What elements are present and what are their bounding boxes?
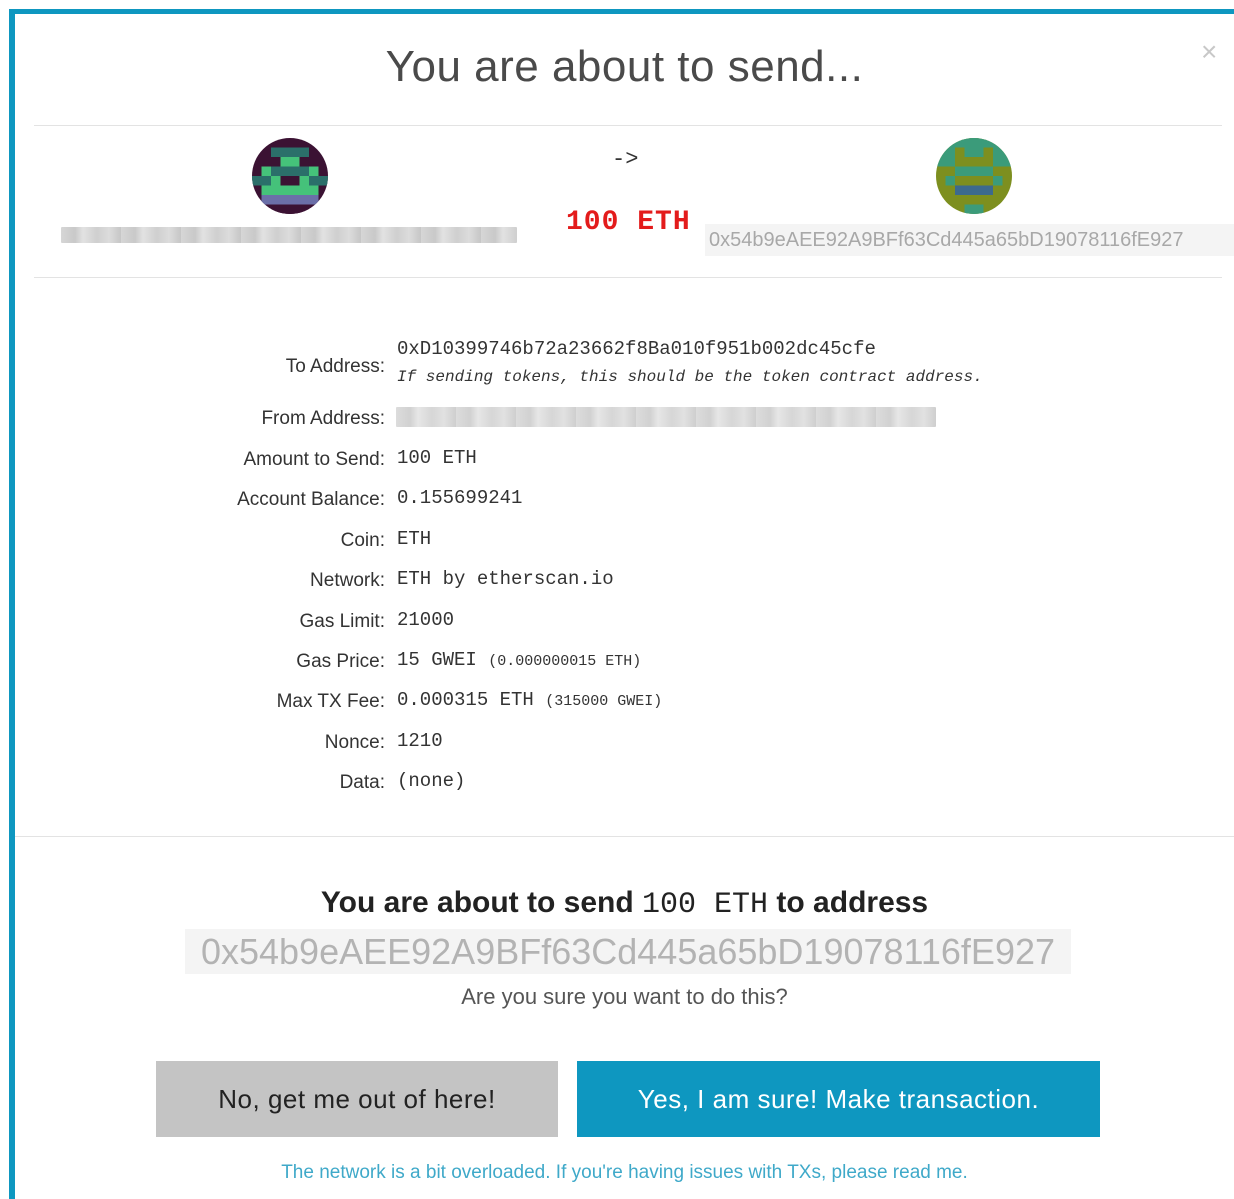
to-address-value: 0xD10399746b72a23662f8Ba010f951b002dc45c… [397, 338, 876, 360]
confirm-prefix: You are about to send [320, 886, 634, 919]
data-value: (none) [397, 770, 466, 792]
max-fee-gwei: (315000 GWEI) [545, 693, 663, 710]
gas-price-eth: (0.000000015 ETH) [488, 653, 642, 670]
from-address-redacted [61, 227, 517, 243]
from-identicon [252, 138, 328, 214]
confirm-address: 0x54b9eAEE92A9BFf63Cd445a65bD19078116fE9… [185, 929, 1071, 974]
from-address-value-redacted [396, 407, 936, 427]
amount-value: 100 ETH [397, 447, 477, 469]
gas-price-label: Gas Price: [296, 651, 385, 672]
to-address-summary: 0x54b9eAEE92A9BFf63Cd445a65bD19078116fE9… [705, 224, 1234, 256]
network-value: ETH by etherscan.io [397, 568, 614, 590]
divider-bottom [15, 836, 1234, 837]
confirm-heading: You are about to send 100 ETH to address [15, 886, 1234, 922]
coin-label: Coin: [340, 530, 385, 551]
balance-value: 0.155699241 [397, 487, 523, 509]
data-label: Data: [339, 772, 385, 793]
divider-top [34, 125, 1222, 126]
gas-limit-label: Gas Limit: [299, 611, 385, 632]
nonce-label: Nonce: [324, 732, 385, 753]
confirm-question: Are you sure you want to do this? [461, 984, 788, 1009]
confirm-transaction-button[interactable]: Yes, I am sure! Make transaction. [577, 1061, 1100, 1137]
close-icon[interactable]: × [1201, 38, 1217, 66]
network-label: Network: [310, 570, 385, 591]
amount-label: Amount to Send: [243, 449, 385, 470]
max-fee-value: 0.000315 ETH (315000 GWEI) [397, 689, 662, 711]
modal-title: You are about to send... [385, 42, 864, 91]
confirm-suffix: to address [776, 886, 929, 919]
cancel-button[interactable]: No, get me out of here! [156, 1061, 558, 1137]
max-fee-label: Max TX Fee: [276, 691, 385, 712]
send-amount: 100 ETH [566, 207, 691, 238]
balance-label: Account Balance: [237, 489, 385, 510]
gas-price-value: 15 GWEI (0.000000015 ETH) [397, 649, 641, 671]
to-identicon [936, 138, 1012, 214]
divider-middle [34, 277, 1222, 278]
network-overload-link[interactable]: The network is a bit overloaded. If you'… [15, 1162, 1234, 1184]
to-address-note: If sending tokens, this should be the to… [397, 368, 983, 386]
gas-price-gwei: 15 GWEI [397, 649, 477, 671]
from-address-label: From Address: [261, 408, 385, 429]
max-fee-eth: 0.000315 ETH [397, 689, 534, 711]
gas-limit-value: 21000 [397, 609, 455, 631]
send-arrow: -> [612, 147, 639, 172]
confirm-amount: 100 ETH [642, 888, 769, 922]
nonce-value: 1210 [397, 730, 443, 752]
to-address-label: To Address: [285, 356, 385, 377]
send-confirm-modal: You are about to send... × -> 100 ETH 0x… [15, 14, 1234, 1199]
coin-value: ETH [397, 528, 432, 550]
